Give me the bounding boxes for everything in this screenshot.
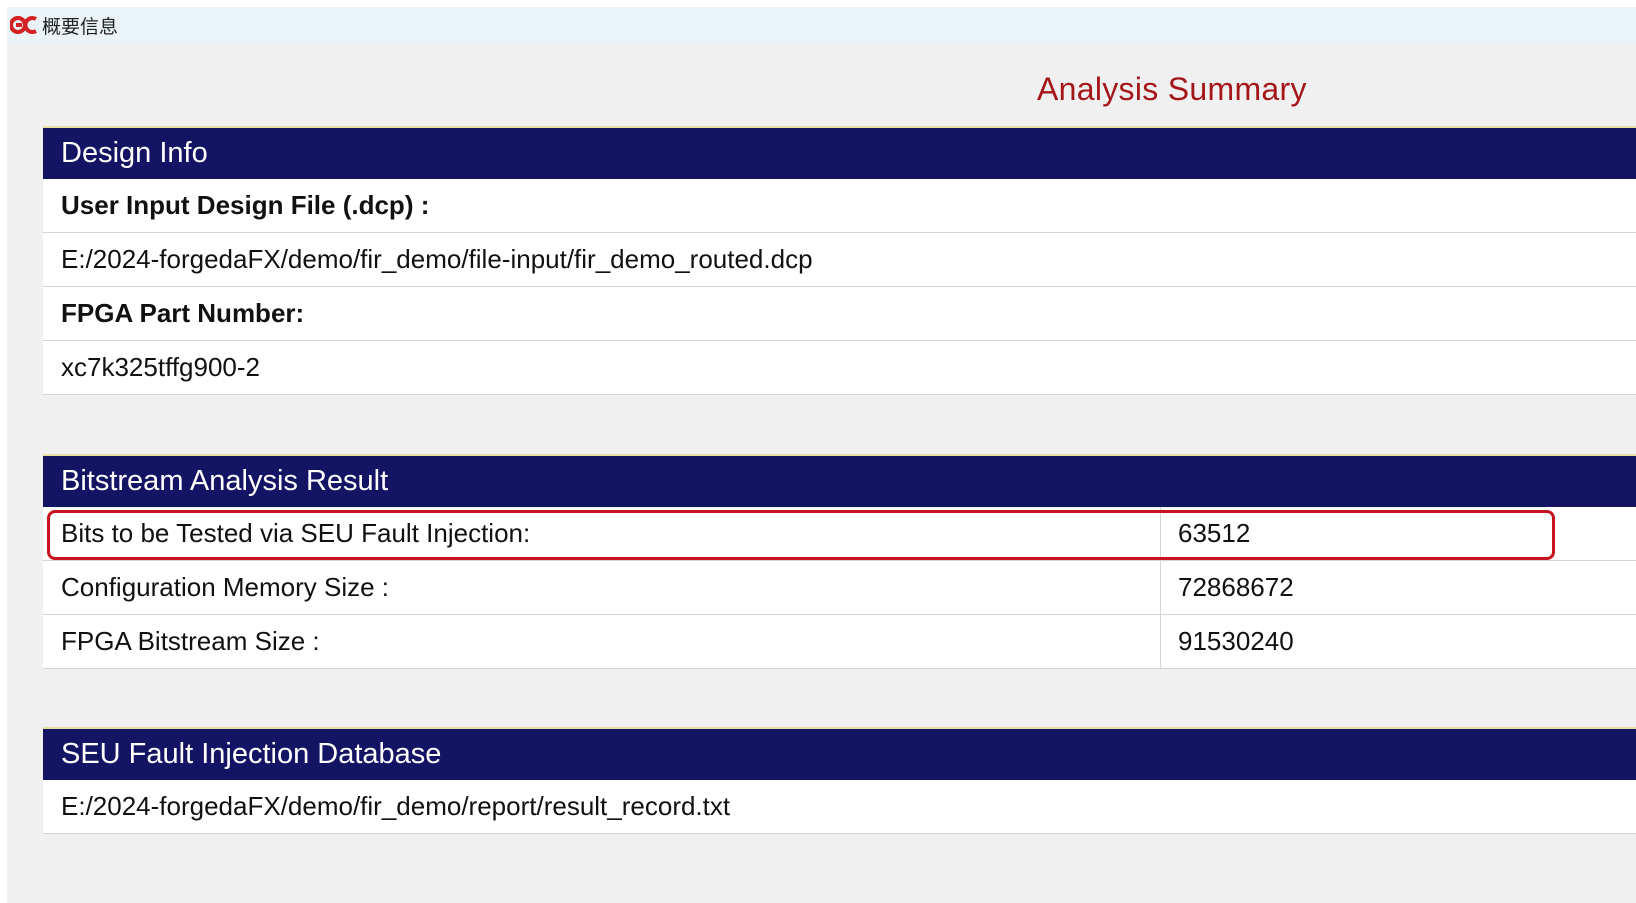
bits-tested-label: Bits to be Tested via SEU Fault Injectio… [43, 507, 1161, 560]
bitstream-section: Bitstream Analysis Result Bits to be Tes… [43, 454, 1636, 669]
part-number-label-row: FPGA Part Number: [43, 287, 1636, 341]
part-number-label: FPGA Part Number: [61, 298, 305, 328]
window-titlebar: 概要信息 [7, 7, 1636, 43]
window-title: 概要信息 [42, 15, 119, 38]
summary-window: 概要信息 Analysis Summary Design Info User I… [7, 7, 1636, 903]
design-info-header: Design Info [43, 126, 1636, 179]
design-file-path: E:/2024-forgedaFX/demo/fir_demo/file-inp… [61, 244, 813, 274]
design-info-section: Design Info User Input Design File (.dcp… [43, 126, 1636, 395]
page-title: Analysis Summary [1037, 71, 1307, 107]
database-path: E:/2024-forgedaFX/demo/fir_demo/report/r… [61, 791, 731, 821]
database-section: SEU Fault Injection Database E:/2024-for… [43, 727, 1636, 834]
database-header: SEU Fault Injection Database [43, 727, 1636, 780]
bits-tested-row: Bits to be Tested via SEU Fault Injectio… [43, 507, 1636, 561]
forgeda-logo-icon [10, 14, 40, 36]
config-memory-value: 72868672 [1178, 572, 1294, 602]
bitstream-size-row: FPGA Bitstream Size : 91530240 [43, 615, 1636, 669]
part-number-value: xc7k325tffg900-2 [61, 352, 260, 382]
design-file-path-row: E:/2024-forgedaFX/demo/fir_demo/file-inp… [43, 233, 1636, 287]
design-file-label: User Input Design File (.dcp) : [61, 190, 430, 220]
part-number-value-row: xc7k325tffg900-2 [43, 341, 1636, 395]
database-path-row: E:/2024-forgedaFX/demo/fir_demo/report/r… [43, 780, 1636, 834]
design-file-label-row: User Input Design File (.dcp) : [43, 179, 1636, 233]
config-memory-label: Configuration Memory Size : [43, 561, 1161, 614]
bitstream-header: Bitstream Analysis Result [43, 454, 1636, 507]
bits-tested-value: 63512 [1178, 518, 1251, 548]
bitstream-size-value: 91530240 [1178, 626, 1294, 656]
bitstream-size-label: FPGA Bitstream Size : [43, 615, 1161, 668]
config-memory-row: Configuration Memory Size : 72868672 [43, 561, 1636, 615]
